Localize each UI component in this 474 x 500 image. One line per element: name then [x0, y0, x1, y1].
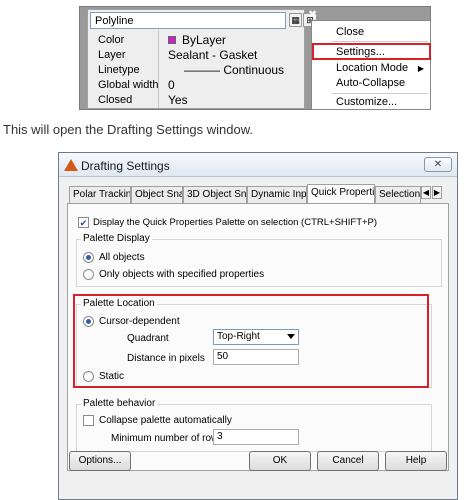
menu-item-close[interactable]: Close [336, 26, 364, 42]
display-palette-checkbox[interactable]: ✔ [78, 217, 89, 228]
display-palette-label: Display the Quick Properties Palette on … [93, 217, 378, 228]
chevron-left-icon[interactable]: ◀ [421, 186, 431, 199]
color-swatch-icon [168, 36, 176, 44]
group-title: Palette behavior [81, 398, 158, 409]
property-row-linetype[interactable]: Linetype ——— Continuous [90, 63, 304, 78]
property-row-closed[interactable]: Closed Yes [90, 93, 304, 108]
min-rows-label: Minimum number of rows [111, 433, 224, 444]
dialog-titlebar[interactable]: Drafting Settings ✕ [59, 153, 457, 177]
submenu-arrow-icon: ▶ [417, 64, 424, 73]
dialog-title: Drafting Settings [81, 159, 170, 173]
menu-divider [332, 93, 428, 94]
menu-item-auto-collapse[interactable]: Auto-Collapse [336, 77, 405, 93]
collapse-label: Collapse palette automatically [99, 415, 232, 426]
chevron-right-icon[interactable]: ▶ [432, 186, 442, 199]
autocad-logo-icon [64, 159, 78, 171]
quick-properties-panel: Polyline ▦ ⊞ Color ByLayer Layer Sealant… [87, 9, 317, 109]
palette-display-group: Palette Display All objects Only objects… [76, 233, 442, 287]
menu-item-location-mode[interactable]: Location Mode [336, 62, 408, 78]
collapse-checkbox[interactable] [83, 415, 94, 426]
all-objects-radio[interactable] [83, 252, 94, 263]
close-button[interactable]: ✕ [424, 157, 452, 172]
group-title: Palette Display [81, 233, 152, 244]
palette-location-highlight-box [73, 294, 429, 388]
property-key: Closed [98, 94, 133, 106]
cancel-button[interactable]: Cancel [317, 451, 379, 471]
tab-selection-cycling[interactable]: Selection C [375, 186, 421, 203]
property-value: ——— Continuous [184, 63, 285, 77]
tab-quick-properties[interactable]: Quick Properties [307, 184, 375, 203]
help-button[interactable]: Help [385, 451, 447, 471]
property-row-global-width[interactable]: Global width 0 [90, 78, 304, 93]
menu-divider [332, 41, 428, 42]
property-key: Global width [98, 79, 159, 91]
tab-3d-object-snap[interactable]: 3D Object Snap [183, 186, 247, 203]
property-value: Sealant - Gasket [168, 48, 258, 62]
caption-text: This will open the Drafting Settings win… [3, 122, 254, 137]
menu-item-label: Location Mode [336, 62, 409, 74]
min-rows-value: 3 [217, 431, 223, 442]
menu-item-customize[interactable]: Customize... [336, 96, 397, 112]
tab-polar-tracking[interactable]: Polar Tracking [69, 186, 131, 203]
specified-properties-label: Only objects with specified properties [99, 269, 265, 280]
property-row-color[interactable]: Color ByLayer [90, 33, 304, 48]
all-objects-label: All objects [99, 252, 145, 263]
settings-highlight-box [312, 43, 431, 60]
property-value: Yes [168, 93, 188, 107]
object-type-label: Polyline [95, 15, 134, 27]
tab-dynamic-input[interactable]: Dynamic Input [247, 186, 307, 203]
palette-behavior-group: Palette behavior Collapse palette automa… [76, 398, 432, 452]
specified-properties-radio[interactable] [83, 269, 94, 280]
property-value: ByLayer [182, 33, 227, 47]
property-key: Color [98, 34, 125, 46]
property-row-layer[interactable]: Layer Sealant - Gasket [90, 48, 304, 63]
object-type-select[interactable]: Polyline [90, 12, 286, 29]
property-key: Linetype [98, 64, 140, 76]
pickadd-icon[interactable]: ▦ [289, 13, 302, 27]
property-key: Layer [98, 49, 126, 61]
ok-button[interactable]: OK [249, 451, 311, 471]
property-value: 0 [168, 78, 175, 92]
context-menu: Close Settings... Location Mode ▶ Auto-C… [311, 20, 431, 110]
options-button[interactable]: Options... [69, 451, 131, 471]
min-rows-input[interactable]: 3 [213, 429, 299, 445]
tab-object-snap[interactable]: Object Snap [131, 186, 183, 203]
